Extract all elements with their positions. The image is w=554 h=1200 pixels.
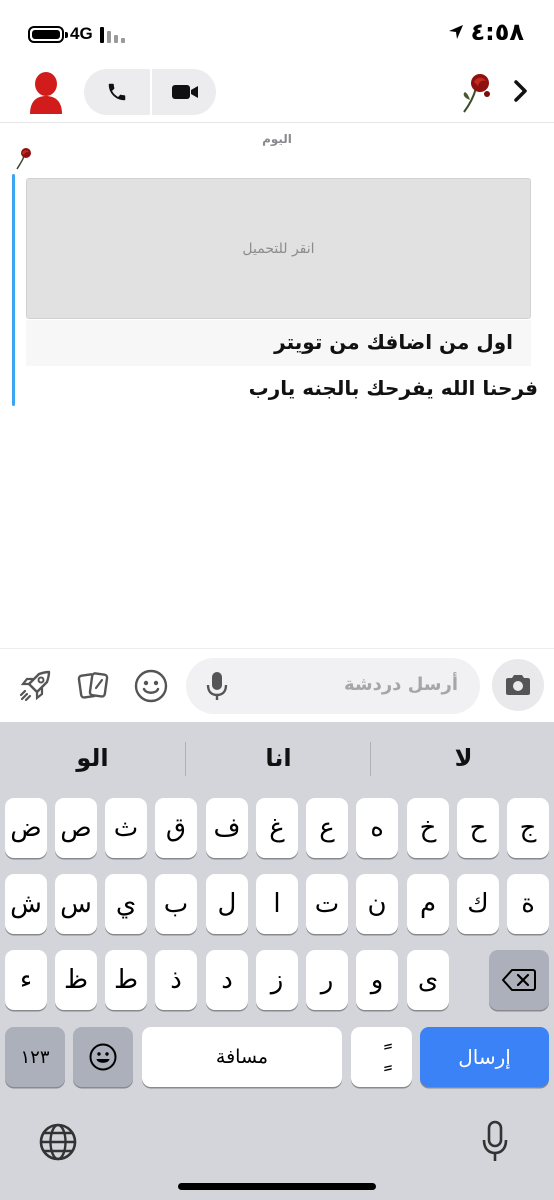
globe-icon [39, 1123, 77, 1161]
location-arrow-icon [449, 25, 464, 39]
backspace-icon [502, 969, 536, 991]
chevron-right-icon [514, 80, 527, 102]
suggestion-bar: الو انا لا [0, 722, 554, 794]
send-key[interactable]: إرسال [420, 1027, 549, 1087]
media-caption: اول من اضافك من تويتر [26, 320, 531, 366]
status-bar: 4G ٤:٥٨ [0, 0, 554, 66]
emoji-button[interactable] [130, 665, 172, 707]
key[interactable]: ب [155, 874, 197, 934]
key[interactable]: ع [306, 798, 348, 858]
key[interactable]: و [356, 950, 398, 1010]
chat-input-bar: أرسل دردشة [0, 648, 554, 722]
camera-icon [506, 675, 530, 695]
emoji-icon [134, 669, 168, 703]
friend-avatar[interactable] [456, 70, 496, 114]
cards-button[interactable] [72, 665, 114, 707]
key[interactable]: ط [105, 950, 147, 1010]
space-key[interactable]: مسافة [142, 1027, 342, 1087]
back-button[interactable] [510, 78, 532, 104]
key[interactable]: ت [306, 874, 348, 934]
emoji-icon [89, 1043, 117, 1071]
day-label: اليوم [262, 132, 292, 146]
tap-to-load-label: انقر للتحميل [242, 240, 315, 257]
phone-icon [108, 83, 126, 101]
network-type: 4G [70, 24, 93, 43]
bitmoji-avatar-icon[interactable] [26, 70, 66, 114]
home-indicator[interactable] [178, 1183, 376, 1190]
time: ٤:٥٨ [470, 18, 524, 46]
key[interactable]: ز [256, 950, 298, 1010]
microphone-icon [482, 1120, 508, 1161]
key[interactable]: ن [356, 874, 398, 934]
suggestion-1[interactable]: الو [0, 736, 185, 780]
backspace-key[interactable] [489, 950, 549, 1010]
key[interactable]: ف [206, 798, 248, 858]
key[interactable]: ذ [155, 950, 197, 1010]
key[interactable]: ي [105, 874, 147, 934]
numbers-key[interactable]: ١٢٣ [5, 1027, 65, 1087]
clock: ٤:٥٨ [448, 18, 524, 46]
key[interactable]: س [55, 874, 97, 934]
key[interactable]: ك [457, 874, 499, 934]
key[interactable]: ض [5, 798, 47, 858]
wilted-rose-icon [463, 74, 490, 113]
battery-icon [28, 26, 68, 43]
message-sender-bar [12, 174, 15, 406]
video-camera-icon [172, 85, 198, 99]
voice-call-button[interactable] [84, 69, 150, 115]
media-caption-text: اول من اضافك من تويتر [274, 330, 513, 354]
rocket-lens-icon [19, 670, 51, 702]
video-call-button[interactable] [152, 69, 218, 115]
chat-input-placeholder: أرسل دردشة [343, 674, 458, 695]
key[interactable]: ا [256, 874, 298, 934]
lens-button[interactable] [14, 665, 56, 707]
key[interactable]: غ [256, 798, 298, 858]
wilted-rose-icon [16, 148, 31, 170]
suggestion-3[interactable]: لا [371, 736, 554, 780]
header-divider [0, 122, 554, 123]
suggestion-2[interactable]: انا [186, 736, 371, 780]
key[interactable]: ل [206, 874, 248, 934]
key[interactable]: ص [55, 798, 97, 858]
microphone-icon[interactable] [204, 670, 230, 702]
key[interactable]: خ [407, 798, 449, 858]
chat-header [0, 66, 554, 120]
key[interactable]: ظ [55, 950, 97, 1010]
media-placeholder[interactable]: انقر للتحميل [26, 178, 531, 319]
key[interactable]: ق [155, 798, 197, 858]
key[interactable]: ء [5, 950, 47, 1010]
key[interactable]: د [206, 950, 248, 1010]
diacritic-key[interactable]: ًٍ [351, 1027, 412, 1087]
signal-strength-icon [100, 27, 130, 43]
chat-message[interactable]: فرحنا الله يفرحك بالجنه يارب [249, 376, 538, 400]
snapchat-chat-screen: 4G ٤:٥٨ اليوم انقر للتحميل اول من اضافك … [0, 0, 554, 1200]
emoji-keyboard-key[interactable] [73, 1027, 133, 1087]
key[interactable]: ه [356, 798, 398, 858]
key[interactable]: ى [407, 950, 449, 1010]
key[interactable]: ة [507, 874, 549, 934]
key[interactable]: ش [5, 874, 47, 934]
dictation-button[interactable] [480, 1120, 510, 1164]
key[interactable]: ر [306, 950, 348, 1010]
key[interactable]: ج [507, 798, 549, 858]
sender-avatar [12, 146, 36, 170]
camera-button[interactable] [492, 659, 544, 711]
globe-button[interactable] [38, 1122, 78, 1162]
key[interactable]: ح [457, 798, 499, 858]
chat-input[interactable]: أرسل دردشة [186, 658, 480, 714]
key[interactable]: ث [105, 798, 147, 858]
call-button-group [84, 69, 216, 115]
key[interactable]: م [407, 874, 449, 934]
cards-icon [77, 672, 109, 699]
